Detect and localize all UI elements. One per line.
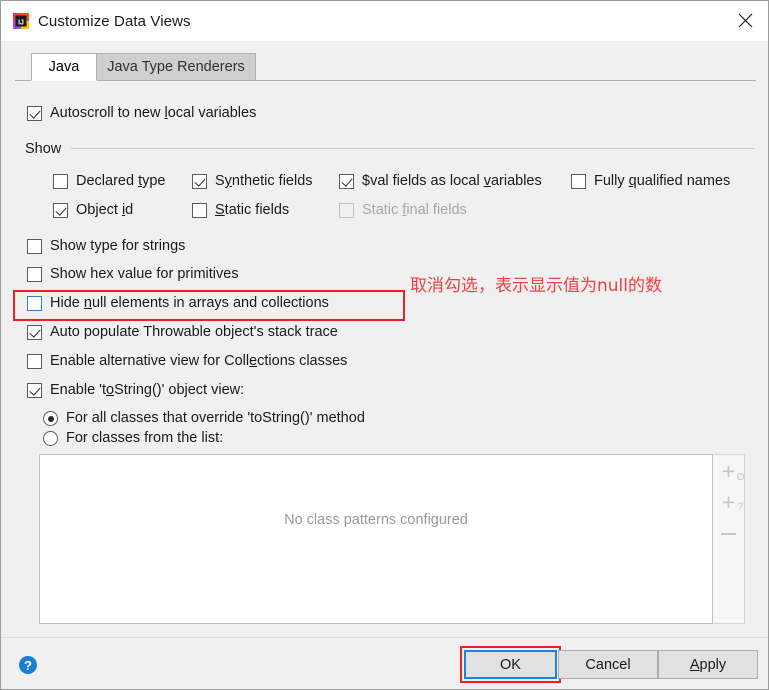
minus-glyph [721,532,736,535]
checkbox-enable-tostring-object-view[interactable]: Enable 'toString()' object view: [27,383,244,398]
checkbox-label: $val fields as local variables [362,173,542,190]
question-badge-icon: ? [737,501,744,513]
checkbox-box [53,174,68,189]
checkbox-val-fields-as-local-variables[interactable]: $val fields as local variables [339,174,542,189]
checkbox-show-hex-value-for-primitives[interactable]: Show hex value for primitives [27,267,239,282]
apply-mnemonic: A [689,656,700,673]
radio-for-classes-from-the-list[interactable]: For classes from the list: [43,431,223,446]
checkbox-auto-populate-throwable-stack-trace[interactable]: Auto populate Throwable object's stack t… [27,325,338,340]
checkbox-box [27,267,42,282]
checkbox-box [192,174,207,189]
close-icon[interactable] [722,1,768,40]
checkbox-declared-type[interactable]: Declared type [53,174,165,189]
add-pattern-help-icon[interactable]: +? [713,488,744,517]
cancel-button[interactable]: Cancel [558,650,658,679]
checkbox-fully-qualified-names[interactable]: Fully qualified names [571,174,730,189]
cancel-button-label: Cancel [585,656,631,673]
class-patterns-toolbar: + +? [713,454,745,624]
checkbox-label: Autoscroll to new local variables [50,105,257,122]
checkbox-autoscroll-to-new-local-variables[interactable]: Autoscroll to new local variables [27,106,256,121]
checkbox-label: Enable 'toString()' object view: [50,382,245,399]
checkbox-label: Declared type [76,173,166,190]
checkbox-label: Static fields [215,202,290,219]
checkbox-label: Auto populate Throwable object's stack t… [50,324,338,341]
remove-icon[interactable] [713,519,744,548]
checkbox-box [339,174,354,189]
checkbox-synthetic-fields[interactable]: Synthetic fields [192,174,313,189]
checkbox-box [53,203,68,218]
checkbox-label: Fully qualified names [594,173,731,190]
apply-button[interactable]: Apply [658,650,758,679]
ok-button-label: OK [500,656,521,673]
radio-label: For classes from the list: [66,430,224,447]
radio-for-all-classes-that-override-tostring[interactable]: For all classes that override 'toString(… [43,411,365,426]
radio-label: For all classes that override 'toString(… [66,410,365,427]
radio-circle [43,431,58,446]
tab-strip: Java Java Type Renderers [15,53,756,81]
plus-glyph: + [722,460,745,483]
checkbox-box [27,383,42,398]
checkbox-box [192,203,207,218]
checkbox-box [27,296,42,311]
footer-separator [1,637,768,638]
class-patterns-empty-text: No class patterns configured [284,512,468,528]
checkbox-label: Hide null elements in arrays and collect… [50,295,329,312]
checkbox-box [27,239,42,254]
checkbox-label: Object id [76,202,134,219]
title-bar: IJ Customize Data Views [1,1,768,41]
tab-java[interactable]: Java [31,53,97,81]
apply-button-label: Apply [690,657,726,673]
checkbox-hide-null-elements-in-arrays-and-collections[interactable]: Hide null elements in arrays and collect… [27,296,329,311]
checkbox-label: Show hex value for primitives [50,266,239,283]
add-icon[interactable]: + [713,457,745,486]
checkbox-box [339,203,354,218]
checkbox-static-final-fields: Static final fields [339,203,467,218]
checkbox-box [27,106,42,121]
checkbox-label: Synthetic fields [215,173,313,190]
show-group-separator [71,148,755,149]
checkbox-box [27,354,42,369]
tab-java-type-renderers-label: Java Type Renderers [107,59,245,75]
checkbox-show-type-for-strings[interactable]: Show type for strings [27,239,185,254]
dialog-title: Customize Data Views [38,12,191,30]
svg-text:IJ: IJ [18,20,24,27]
checkbox-label: Show type for strings [50,238,186,255]
checkbox-label: Enable alternative view for Collections … [50,353,348,370]
tab-java-label: Java [48,59,80,75]
annotation-note-text: 取消勾选，表示显示值为null的数 [410,276,662,296]
dot-badge-icon [737,473,745,480]
checkbox-enable-alternative-view-for-collections[interactable]: Enable alternative view for Collections … [27,354,347,369]
intellij-idea-icon: IJ [13,13,29,29]
checkbox-box [571,174,586,189]
checkbox-label: Static final fields [362,202,467,219]
checkbox-object-id[interactable]: Object id [53,203,133,218]
show-group-label: Show [25,141,62,157]
class-patterns-list[interactable]: No class patterns configured [39,454,713,624]
tab-java-type-renderers[interactable]: Java Type Renderers [96,53,256,81]
plus-glyph: +? [721,489,744,515]
apply-rest: pply [699,656,727,673]
checkbox-box [27,325,42,340]
customize-data-views-dialog: IJ Customize Data Views Java Java Type R… [0,0,769,690]
checkbox-static-fields[interactable]: Static fields [192,203,289,218]
help-icon[interactable]: ? [19,656,37,674]
ok-button[interactable]: OK [464,650,557,679]
radio-circle [43,411,58,426]
